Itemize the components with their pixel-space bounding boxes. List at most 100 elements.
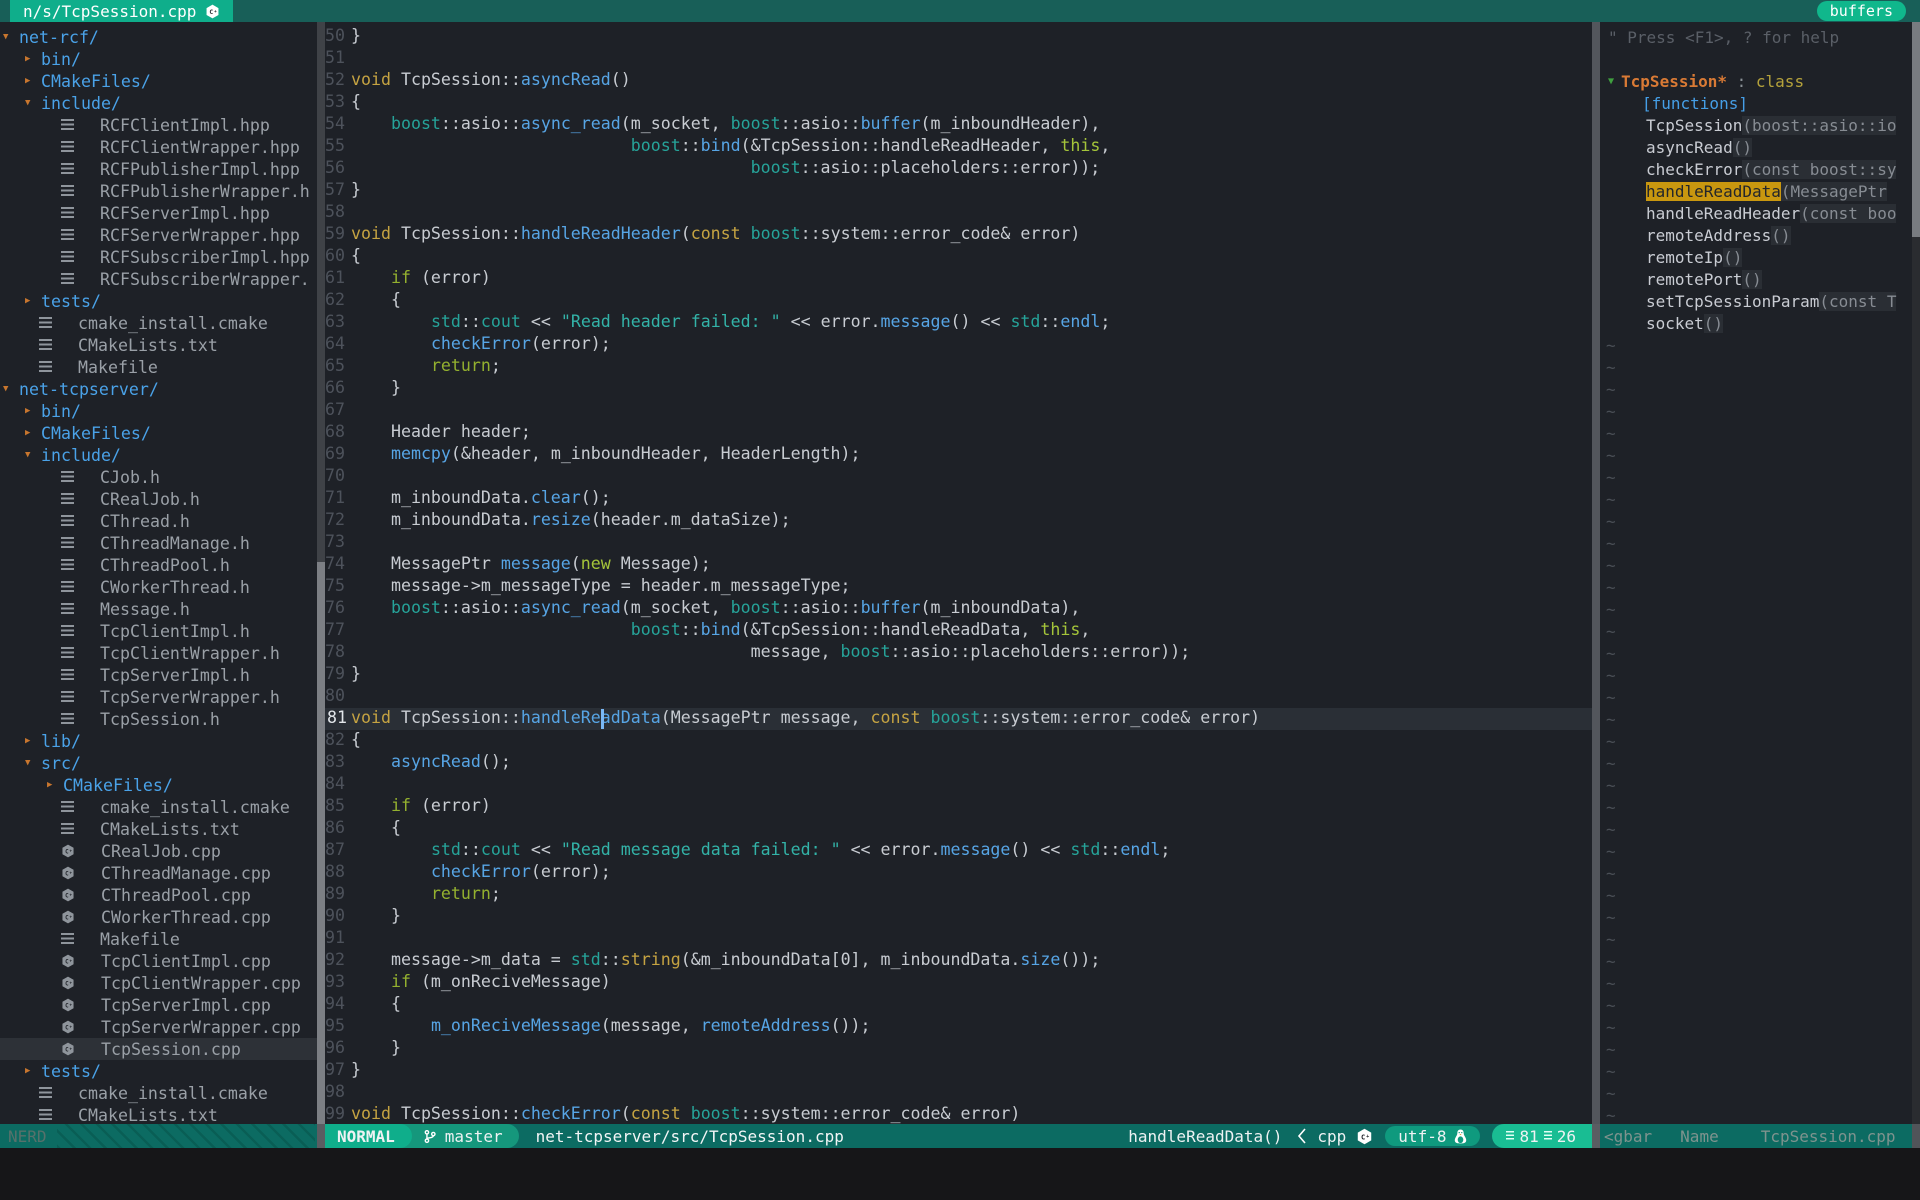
tree-item[interactable]: TcpClientWrapper.h bbox=[0, 642, 317, 664]
tagbar-class-item[interactable]: ▼TcpSession* : class bbox=[1600, 70, 1912, 92]
tree-item[interactable]: TcpClientImpl.h bbox=[0, 620, 317, 642]
folder-closed-arrow-icon[interactable]: ▶ bbox=[25, 76, 37, 86]
code-line[interactable]: 84 bbox=[325, 774, 1592, 796]
tree-item[interactable]: RCFServerWrapper.hpp bbox=[0, 224, 317, 246]
code-line[interactable]: 71 m_inboundData.clear(); bbox=[325, 488, 1592, 510]
code-line[interactable]: 76 boost::asio::async_read(m_socket, boo… bbox=[325, 598, 1592, 620]
code-line[interactable]: 93 if (m_onReciveMessage) bbox=[325, 972, 1592, 994]
fold-open-arrow-icon[interactable]: ▼ bbox=[1608, 76, 1614, 87]
window-scrollbar[interactable] bbox=[1912, 22, 1920, 1124]
code-line[interactable]: 87 std::cout << "Read message data faile… bbox=[325, 840, 1592, 862]
tag-item[interactable]: remotePort() bbox=[1600, 268, 1912, 290]
tree-item[interactable]: ▼net-tcpserver/ bbox=[0, 378, 317, 400]
tree-item[interactable]: CThreadManage.h bbox=[0, 532, 317, 554]
code-line[interactable]: 58 bbox=[325, 202, 1592, 224]
tree-item[interactable]: TcpSession.h bbox=[0, 708, 317, 730]
tree-item[interactable]: ▼include/ bbox=[0, 92, 317, 114]
tag-item[interactable]: socket() bbox=[1600, 312, 1912, 334]
code-line[interactable]: 70 bbox=[325, 466, 1592, 488]
tree-item[interactable]: CMakeLists.txt bbox=[0, 818, 317, 840]
code-line[interactable]: 88 checkError(error); bbox=[325, 862, 1592, 884]
tree-item[interactable]: CThreadPool.h bbox=[0, 554, 317, 576]
tag-item[interactable]: remoteAddress() bbox=[1600, 224, 1912, 246]
tree-item[interactable]: ▶lib/ bbox=[0, 730, 317, 752]
tree-item[interactable]: ▼src/ bbox=[0, 752, 317, 774]
tree-item[interactable]: C+CRealJob.cpp bbox=[0, 840, 317, 862]
tree-item[interactable]: cmake_install.cmake bbox=[0, 1082, 317, 1104]
folder-open-arrow-icon[interactable]: ▼ bbox=[25, 450, 37, 460]
tree-item[interactable]: CWorkerThread.h bbox=[0, 576, 317, 598]
buffers-button[interactable]: buffers bbox=[1817, 1, 1906, 21]
tree-item[interactable]: RCFSubscriberWrapper. bbox=[0, 268, 317, 290]
tree-item[interactable]: C+TcpClientImpl.cpp bbox=[0, 950, 317, 972]
code-line[interactable]: 50} bbox=[325, 26, 1592, 48]
code-line[interactable]: 65 return; bbox=[325, 356, 1592, 378]
code-line[interactable]: 97} bbox=[325, 1060, 1592, 1082]
code-line[interactable]: 78 message, boost::asio::placeholders::e… bbox=[325, 642, 1592, 664]
folder-closed-arrow-icon[interactable]: ▶ bbox=[25, 736, 37, 746]
code-line[interactable]: 56 boost::asio::placeholders::error)); bbox=[325, 158, 1592, 180]
tree-item[interactable]: ▶bin/ bbox=[0, 48, 317, 70]
code-line[interactable]: 77 boost::bind(&TcpSession::handleReadDa… bbox=[325, 620, 1592, 642]
code-line[interactable]: 79} bbox=[325, 664, 1592, 686]
tag-item[interactable]: checkError(const boost::sy bbox=[1600, 158, 1912, 180]
code-line[interactable]: 66 } bbox=[325, 378, 1592, 400]
code-line[interactable]: 57} bbox=[325, 180, 1592, 202]
tree-item[interactable]: C+TcpSession.cpp bbox=[0, 1038, 317, 1060]
tree-item[interactable]: ▼net-rcf/ bbox=[0, 26, 317, 48]
code-line[interactable]: 68 Header header; bbox=[325, 422, 1592, 444]
code-line[interactable]: 92 message->m_data = std::string(&m_inbo… bbox=[325, 950, 1592, 972]
tree-item[interactable]: CRealJob.h bbox=[0, 488, 317, 510]
code-line[interactable]: 89 return; bbox=[325, 884, 1592, 906]
tree-item[interactable]: ▶bin/ bbox=[0, 400, 317, 422]
tree-item[interactable]: ▶tests/ bbox=[0, 1060, 317, 1082]
tree-item[interactable]: Makefile bbox=[0, 928, 317, 950]
code-line[interactable]: 61 if (error) bbox=[325, 268, 1592, 290]
tree-item[interactable]: RCFSubscriberImpl.hpp bbox=[0, 246, 317, 268]
folder-open-arrow-icon[interactable]: ▼ bbox=[3, 384, 15, 394]
tree-item[interactable]: cmake_install.cmake bbox=[0, 796, 317, 818]
tree-item[interactable]: RCFServerImpl.hpp bbox=[0, 202, 317, 224]
tree-item[interactable]: ▶CMakeFiles/ bbox=[0, 774, 317, 796]
tree-item[interactable]: CJob.h bbox=[0, 466, 317, 488]
code-line[interactable]: 81void TcpSession::handleReadData(Messag… bbox=[325, 708, 1592, 730]
tree-item[interactable]: RCFPublisherWrapper.h bbox=[0, 180, 317, 202]
code-editor[interactable]: 50}5152void TcpSession::asyncRead()53{54… bbox=[325, 22, 1592, 1124]
tree-item[interactable]: TcpServerImpl.h bbox=[0, 664, 317, 686]
code-line[interactable]: 60{ bbox=[325, 246, 1592, 268]
tree-item[interactable]: C+CThreadPool.cpp bbox=[0, 884, 317, 906]
folder-open-arrow-icon[interactable]: ▼ bbox=[3, 32, 15, 42]
window-scrollbar-thumb[interactable] bbox=[1912, 22, 1920, 237]
tree-item[interactable]: RCFClientImpl.hpp bbox=[0, 114, 317, 136]
folder-closed-arrow-icon[interactable]: ▶ bbox=[25, 406, 37, 416]
folder-closed-arrow-icon[interactable]: ▶ bbox=[47, 780, 59, 790]
tree-item[interactable]: ▶CMakeFiles/ bbox=[0, 70, 317, 92]
tree-item[interactable]: ▼include/ bbox=[0, 444, 317, 466]
code-line[interactable]: 94 { bbox=[325, 994, 1592, 1016]
tree-item[interactable]: CMakeLists.txt bbox=[0, 1104, 317, 1124]
code-line[interactable]: 82{ bbox=[325, 730, 1592, 752]
folder-closed-arrow-icon[interactable]: ▶ bbox=[25, 296, 37, 306]
code-line[interactable]: 67 bbox=[325, 400, 1592, 422]
tag-item[interactable]: setTcpSessionParam(const T bbox=[1600, 290, 1912, 312]
tree-item[interactable]: C+CThreadManage.cpp bbox=[0, 862, 317, 884]
code-line[interactable]: 73 bbox=[325, 532, 1592, 554]
tree-item[interactable]: RCFClientWrapper.hpp bbox=[0, 136, 317, 158]
code-line[interactable]: 91 bbox=[325, 928, 1592, 950]
tree-item[interactable]: ▶CMakeFiles/ bbox=[0, 422, 317, 444]
folder-open-arrow-icon[interactable]: ▼ bbox=[25, 98, 37, 108]
code-line[interactable]: 59void TcpSession::handleReadHeader(cons… bbox=[325, 224, 1592, 246]
code-line[interactable]: 96 } bbox=[325, 1038, 1592, 1060]
code-line[interactable]: 86 { bbox=[325, 818, 1592, 840]
tree-item[interactable]: ▶tests/ bbox=[0, 290, 317, 312]
code-line[interactable]: 55 boost::bind(&TcpSession::handleReadHe… bbox=[325, 136, 1592, 158]
tree-editor-splitter[interactable] bbox=[317, 22, 325, 1124]
tag-item[interactable]: asyncRead() bbox=[1600, 136, 1912, 158]
tag-item[interactable]: handleReadData(MessagePtr bbox=[1600, 180, 1912, 202]
tagbar-panel[interactable]: " Press <F1>, ? for help▼TcpSession* : c… bbox=[1600, 22, 1912, 1124]
tree-scrollbar-thumb[interactable] bbox=[317, 562, 325, 1124]
code-line[interactable]: 62 { bbox=[325, 290, 1592, 312]
folder-open-arrow-icon[interactable]: ▼ bbox=[25, 758, 37, 768]
folder-closed-arrow-icon[interactable]: ▶ bbox=[25, 428, 37, 438]
nerdtree-panel[interactable]: ▼net-rcf/▶bin/▶CMakeFiles/▼include/RCFCl… bbox=[0, 22, 317, 1124]
